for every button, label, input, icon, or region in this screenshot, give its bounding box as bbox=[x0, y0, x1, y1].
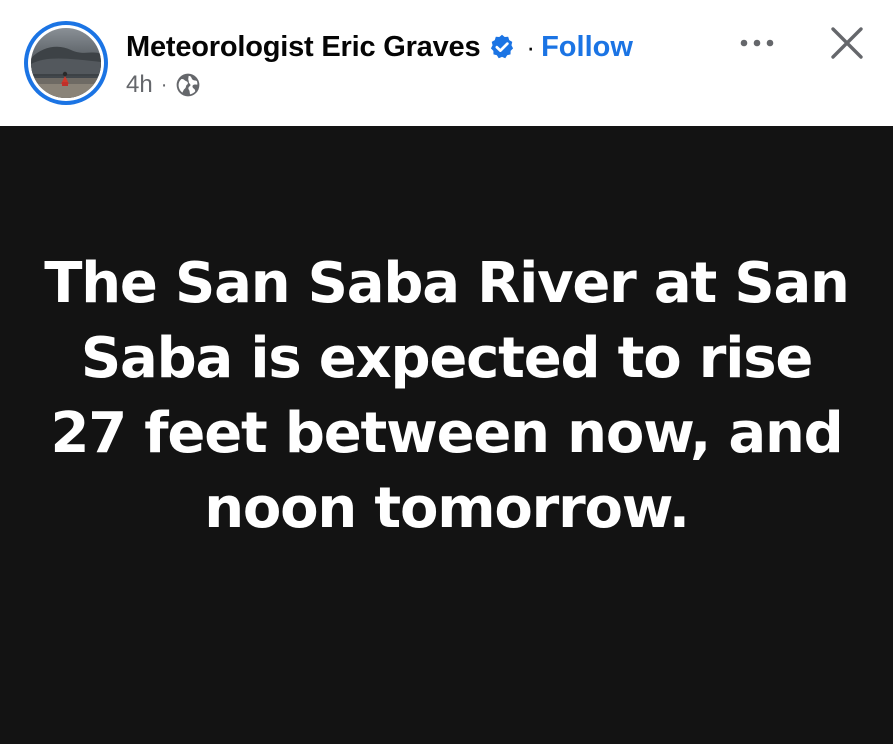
author-name-row: Meteorologist Eric Graves · Follow bbox=[126, 26, 633, 68]
close-icon[interactable] bbox=[829, 25, 865, 61]
bottom-divider bbox=[0, 744, 893, 750]
post-header: Meteorologist Eric Graves · Follow 4h · bbox=[0, 0, 893, 126]
post-text-card[interactable]: The San Saba River at San Saba is expect… bbox=[0, 126, 893, 744]
follow-button[interactable]: Follow bbox=[541, 31, 633, 64]
author-name[interactable]: Meteorologist Eric Graves bbox=[126, 31, 481, 64]
post-text: The San Saba River at San Saba is expect… bbox=[44, 251, 850, 541]
post-timestamp[interactable]: 4h bbox=[126, 71, 153, 99]
post-meta-row: 4h · bbox=[126, 68, 201, 102]
avatar-photo bbox=[31, 28, 101, 98]
author-avatar[interactable] bbox=[24, 21, 108, 105]
meta-separator: · bbox=[160, 73, 168, 96]
avatar-ring bbox=[28, 25, 104, 101]
verified-badge-icon bbox=[491, 34, 514, 59]
more-options-icon[interactable] bbox=[738, 28, 776, 58]
name-follow-separator: · bbox=[526, 31, 536, 62]
globe-icon[interactable] bbox=[175, 72, 201, 98]
